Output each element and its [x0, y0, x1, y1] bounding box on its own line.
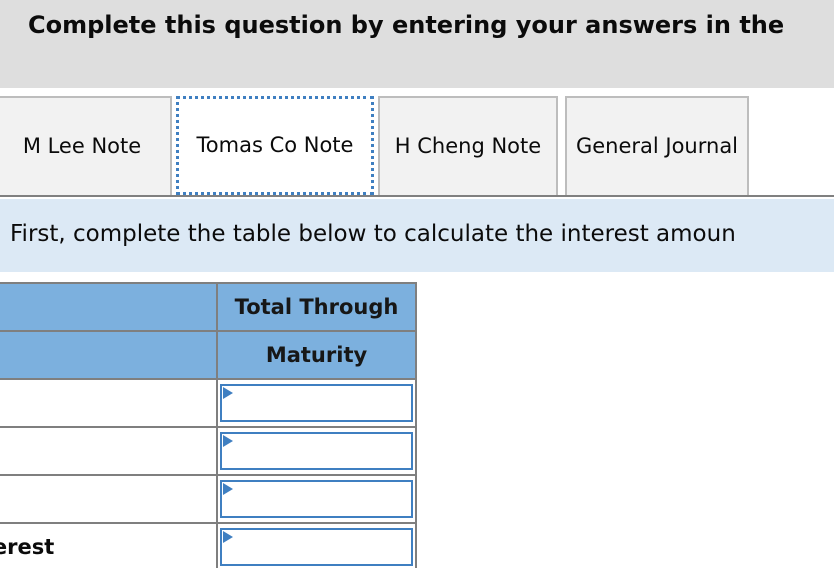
input-wrapper	[220, 432, 413, 470]
header-blank-cell	[0, 330, 218, 380]
interest-calculation-table: Total Through Maturity Principal Rate (%…	[0, 282, 417, 568]
input-cell-principal[interactable]	[216, 378, 417, 428]
input-cell-time[interactable]	[216, 474, 417, 524]
tab-tomas-co-note[interactable]: Tomas Co Note	[176, 96, 374, 195]
input-wrapper	[220, 528, 413, 566]
cell-marker-icon	[223, 387, 233, 399]
time-input[interactable]	[236, 482, 409, 516]
worksheet-tab-strip: M Lee Note Tomas Co Note H Cheng Note Ge…	[0, 88, 834, 199]
tab-general-journal[interactable]: General Journal	[565, 96, 749, 195]
question-banner: Complete this question by entering your …	[0, 0, 834, 88]
table-row: Time	[0, 474, 417, 524]
tab-h-cheng-note[interactable]: H Cheng Note	[378, 96, 558, 195]
input-cell-rate[interactable]	[216, 426, 417, 476]
header-blank-cell	[0, 282, 218, 332]
table-header-row-1: Total Through	[0, 282, 417, 332]
cell-marker-icon	[223, 435, 233, 447]
tab-label: General Journal	[575, 134, 739, 158]
question-banner-text: Complete this question by entering your …	[28, 11, 785, 39]
table-row: Total interest	[0, 522, 417, 568]
total-interest-input[interactable]	[236, 530, 409, 564]
row-label-principal: Principal	[0, 378, 218, 428]
tab-label: M Lee Note	[22, 134, 142, 158]
cell-marker-icon	[223, 483, 233, 495]
input-cell-total-interest[interactable]	[216, 522, 417, 568]
input-wrapper	[220, 384, 413, 422]
row-label-rate: Rate (%)	[0, 426, 218, 476]
step-instruction-text: First, complete the table below to calcu…	[10, 221, 736, 247]
exercise-panel: Complete this question by entering your …	[0, 0, 834, 568]
principal-input[interactable]	[236, 386, 409, 420]
tab-label: Tomas Co Note	[196, 133, 354, 157]
input-wrapper	[220, 480, 413, 518]
cell-marker-icon	[223, 531, 233, 543]
tab-m-lee-note[interactable]: M Lee Note	[0, 96, 172, 195]
column-header-line-1: Total Through	[216, 282, 417, 332]
tab-strip-divider	[0, 195, 834, 197]
column-header-line-2: Maturity	[216, 330, 417, 380]
table-header-row-2: Maturity	[0, 330, 417, 380]
tab-label: H Cheng Note	[394, 134, 542, 158]
step-instruction-bar: First, complete the table below to calcu…	[0, 199, 834, 272]
row-label-time: Time	[0, 474, 218, 524]
rate-input[interactable]	[236, 434, 409, 468]
table-row: Rate (%)	[0, 426, 417, 476]
row-label-total-interest: Total interest	[0, 522, 218, 568]
table-row: Principal	[0, 378, 417, 428]
